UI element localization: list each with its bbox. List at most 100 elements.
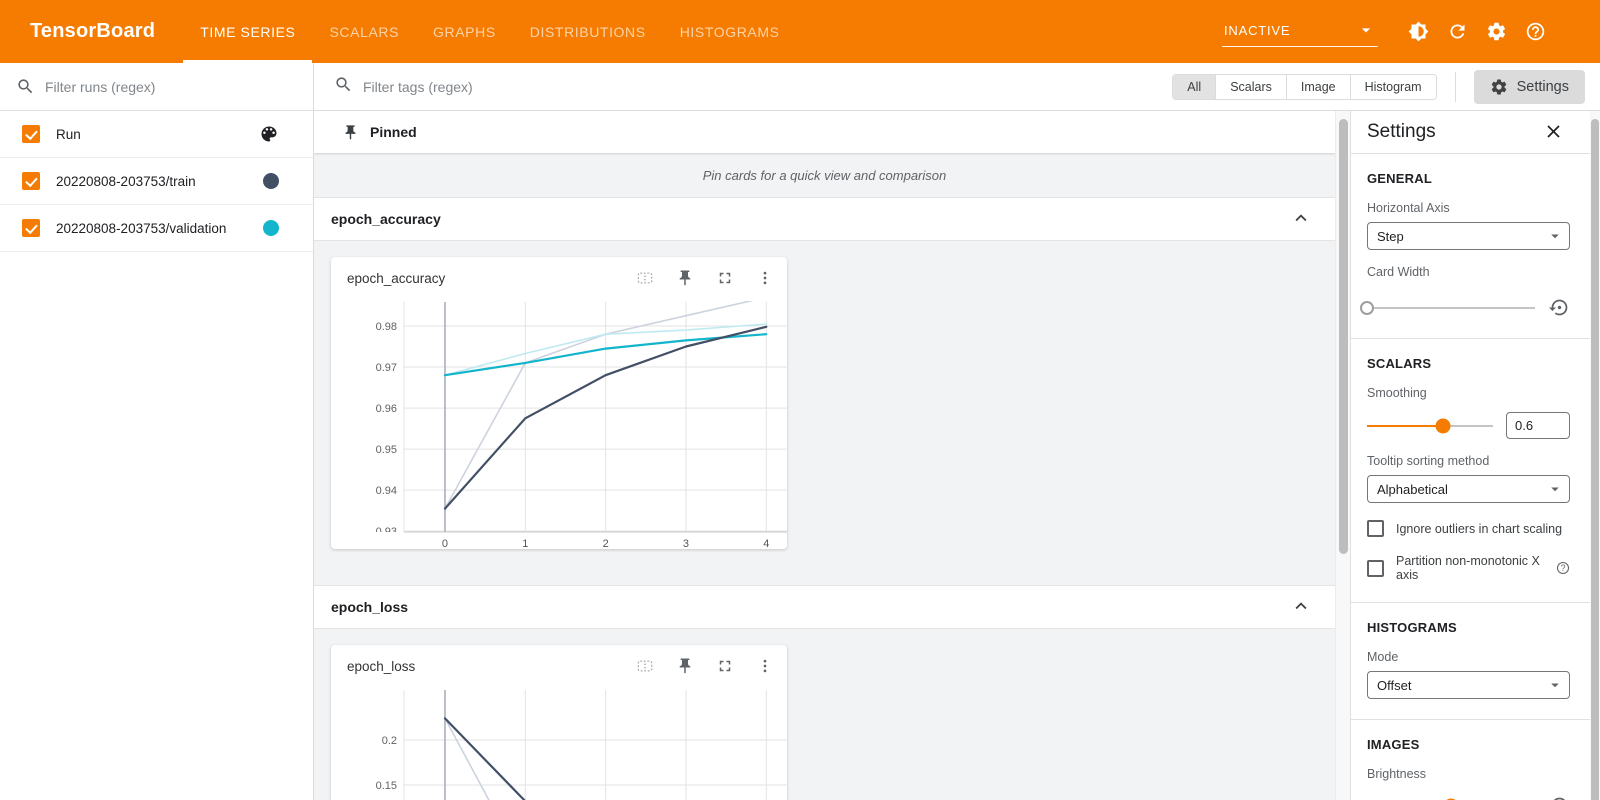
collapse-section-button[interactable] — [1289, 595, 1313, 619]
toolbar-divider — [1455, 72, 1456, 102]
slider-handle[interactable] — [1435, 418, 1450, 433]
histogram-mode-select[interactable]: Offset — [1367, 671, 1570, 699]
refresh-icon — [1447, 21, 1468, 42]
settings-panel-title: Settings — [1367, 121, 1436, 143]
svg-text:0: 0 — [442, 538, 448, 549]
section-header-epoch-accuracy: epoch_accuracy — [314, 197, 1335, 241]
help-icon — [1525, 21, 1546, 42]
horizontal-axis-select[interactable]: Step — [1367, 222, 1570, 250]
collapse-section-button[interactable] — [1289, 207, 1313, 231]
scrollbar-thumb[interactable] — [1591, 119, 1599, 800]
partition-x-axis-row: Partition non-monotonic X axis ? — [1367, 554, 1570, 582]
pin-card-button[interactable] — [675, 268, 695, 288]
epoch-loss-chart[interactable]: 0.20.1501234 — [347, 687, 787, 800]
search-icon — [16, 77, 35, 96]
settings-toggle-button[interactable]: Settings — [1474, 70, 1585, 104]
ignore-outliers-row: Ignore outliers in chart scaling — [1367, 520, 1570, 537]
fit-to-data-button[interactable] — [635, 268, 655, 288]
slider-handle[interactable] — [1360, 301, 1374, 315]
ignore-outliers-checkbox[interactable] — [1367, 520, 1384, 537]
help-button[interactable] — [1524, 21, 1546, 43]
field-label: Brightness — [1367, 767, 1570, 781]
reset-icon — [1549, 297, 1570, 318]
scalar-card-epoch-accuracy: epoch_accuracy — [331, 257, 787, 549]
settings-section-scalars: SCALARS Smoothing Tooltip sorting method… — [1351, 339, 1590, 603]
filter-all-button[interactable]: All — [1173, 75, 1216, 99]
run-label: 20220808-203753/validation — [56, 221, 263, 236]
info-icon[interactable]: ? — [1556, 561, 1570, 575]
close-settings-button[interactable] — [1542, 121, 1564, 143]
scrollbar-thumb[interactable] — [1339, 119, 1348, 554]
run-checkbox-all[interactable] — [22, 125, 40, 143]
run-color-dot-validation — [263, 220, 279, 236]
more-options-button[interactable] — [755, 656, 775, 676]
run-row-train[interactable]: 20220808-203753/train — [0, 158, 313, 205]
section-heading: SCALARS — [1367, 356, 1570, 371]
section-header-epoch-loss: epoch_loss — [314, 585, 1335, 629]
section-heading: IMAGES — [1367, 737, 1570, 752]
chevron-down-icon — [1356, 20, 1376, 40]
partition-x-axis-checkbox[interactable] — [1367, 560, 1384, 577]
runs-sidebar: Run 20220808-203753/train 20220808-20375… — [0, 63, 314, 800]
chevron-up-icon — [1290, 207, 1312, 229]
section-title: epoch_loss — [331, 599, 1289, 615]
section-heading: HISTOGRAMS — [1367, 620, 1570, 635]
fullscreen-icon — [716, 657, 734, 675]
run-checkbox-train[interactable] — [22, 172, 40, 190]
global-settings-button[interactable] — [1485, 21, 1507, 43]
card-title: epoch_accuracy — [347, 271, 635, 286]
fullscreen-button[interactable] — [715, 656, 735, 676]
card-title: epoch_loss — [347, 659, 635, 674]
section-heading: GENERAL — [1367, 171, 1570, 186]
pin-card-button[interactable] — [675, 656, 695, 676]
reset-brightness-button[interactable] — [1549, 795, 1570, 800]
smoothing-value-input[interactable] — [1506, 412, 1570, 439]
tab-time-series[interactable]: TIME SERIES — [183, 0, 312, 63]
fullscreen-button[interactable] — [715, 268, 735, 288]
tooltip-sorting-select[interactable]: Alphabetical — [1367, 475, 1570, 503]
card-width-slider[interactable] — [1367, 307, 1535, 309]
chevron-down-icon — [1546, 676, 1564, 694]
filter-image-button[interactable]: Image — [1287, 75, 1351, 99]
run-row-validation[interactable]: 20220808-203753/validation — [0, 205, 313, 252]
cards-region-accuracy: epoch_accuracy — [314, 241, 1335, 585]
filter-histogram-button[interactable]: Histogram — [1351, 75, 1436, 99]
svg-text:0.15: 0.15 — [376, 780, 397, 792]
checkbox-label: Ignore outliers in chart scaling — [1396, 522, 1562, 536]
epoch-accuracy-chart[interactable]: 0.980.970.960.950.940.9301234 — [347, 299, 787, 549]
pin-icon — [342, 124, 359, 141]
pinned-section-header: Pinned — [314, 111, 1335, 153]
svg-text:1: 1 — [522, 538, 528, 549]
fit-to-data-button[interactable] — [635, 656, 655, 676]
tags-filter-input[interactable] — [363, 79, 1172, 95]
settings-section-images: IMAGES Brightness Contrast — [1351, 720, 1590, 800]
smoothing-slider[interactable] — [1367, 425, 1493, 427]
filter-scalars-button[interactable]: Scalars — [1216, 75, 1287, 99]
tab-distributions[interactable]: DISTRIBUTIONS — [513, 0, 663, 63]
main-scrollbar[interactable] — [1335, 111, 1350, 800]
pin-empty-hint: Pin cards for a quick view and compariso… — [314, 153, 1335, 197]
dashboard-content: Pinned Pin cards for a quick view and co… — [314, 111, 1335, 800]
dark-mode-toggle[interactable] — [1407, 21, 1429, 43]
brightness-icon — [1408, 21, 1429, 42]
settings-scrollbar[interactable] — [1590, 111, 1600, 800]
run-checkbox-validation[interactable] — [22, 219, 40, 237]
refresh-button[interactable] — [1446, 21, 1468, 43]
pin-icon — [676, 269, 694, 287]
svg-text:0.95: 0.95 — [376, 444, 397, 456]
pin-icon — [676, 657, 694, 675]
tab-graphs[interactable]: GRAPHS — [416, 0, 513, 63]
field-label: Card Width — [1367, 265, 1570, 279]
reload-status-dropdown[interactable]: INACTIVE — [1222, 16, 1378, 47]
reset-card-width-button[interactable] — [1549, 297, 1570, 318]
settings-section-histograms: HISTOGRAMS Mode Offset — [1351, 603, 1590, 720]
runs-filter-input[interactable] — [45, 79, 297, 95]
fullscreen-icon — [716, 269, 734, 287]
tab-histograms[interactable]: HISTOGRAMS — [663, 0, 797, 63]
tag-type-filter-group: All Scalars Image Histogram — [1172, 74, 1436, 100]
run-row-all[interactable]: Run — [0, 111, 313, 158]
search-icon — [334, 75, 353, 99]
palette-icon[interactable] — [259, 124, 279, 144]
tab-scalars[interactable]: SCALARS — [312, 0, 416, 63]
more-options-button[interactable] — [755, 268, 775, 288]
